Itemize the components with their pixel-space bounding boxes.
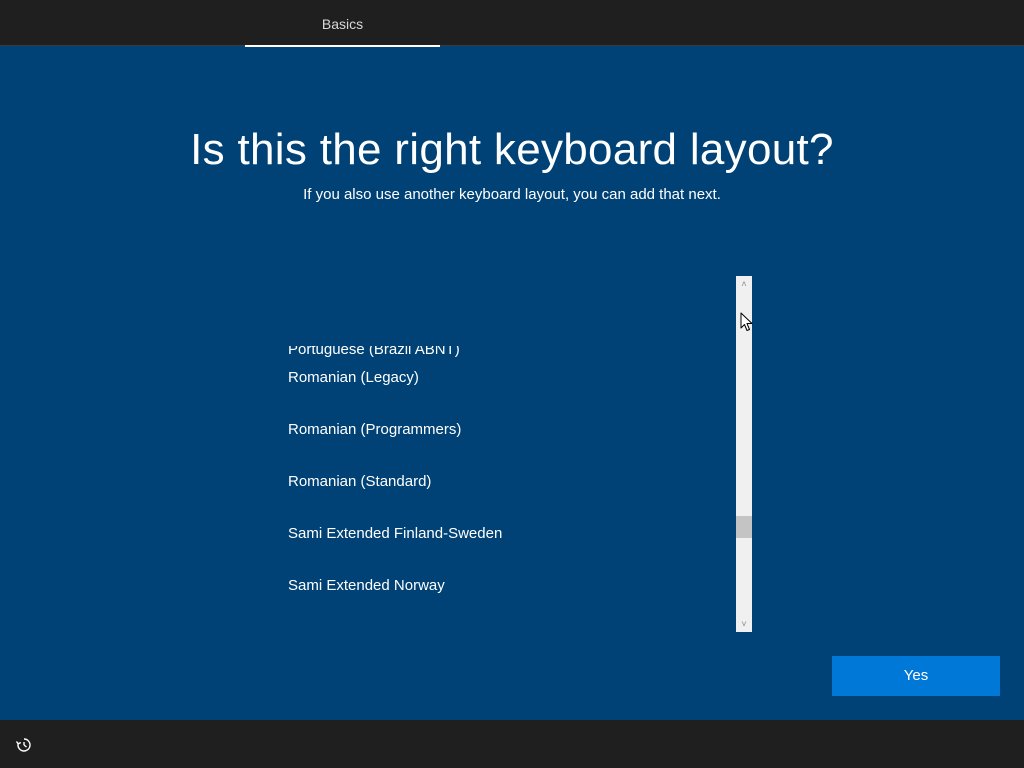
tab-basics: Basics	[321, 16, 364, 32]
mouse-cursor-icon	[740, 312, 753, 331]
page-subtitle: If you also use another keyboard layout,…	[303, 186, 721, 203]
keyboard-layout-list[interactable]: Portuguese (Brazil ABNT) Romanian (Legac…	[278, 276, 752, 632]
scroll-up-arrow-icon[interactable]: ˄	[736, 276, 752, 292]
list-item-sami-extended-finland-sweden[interactable]: Sami Extended Finland-Sweden	[288, 512, 728, 556]
scroll-thumb[interactable]	[736, 516, 752, 538]
list-item-romanian-standard[interactable]: Romanian (Standard)	[288, 460, 728, 504]
list-item-romanian-legacy[interactable]: Romanian (Legacy)	[288, 356, 728, 400]
page-title: Is this the right keyboard layout?	[190, 125, 834, 174]
scroll-down-arrow-icon[interactable]: ˅	[736, 616, 752, 632]
ease-of-access-icon[interactable]	[14, 736, 34, 754]
yes-button[interactable]: Yes	[832, 656, 1000, 696]
list-item-romanian-programmers[interactable]: Romanian (Programmers)	[288, 408, 728, 452]
bottom-bar	[0, 720, 1024, 768]
list-item-sami-extended-norway[interactable]: Sami Extended Norway	[288, 564, 728, 608]
keyboard-layout-list-viewport: Portuguese (Brazil ABNT) Romanian (Legac…	[278, 346, 734, 632]
top-bar: Basics	[0, 0, 1024, 47]
